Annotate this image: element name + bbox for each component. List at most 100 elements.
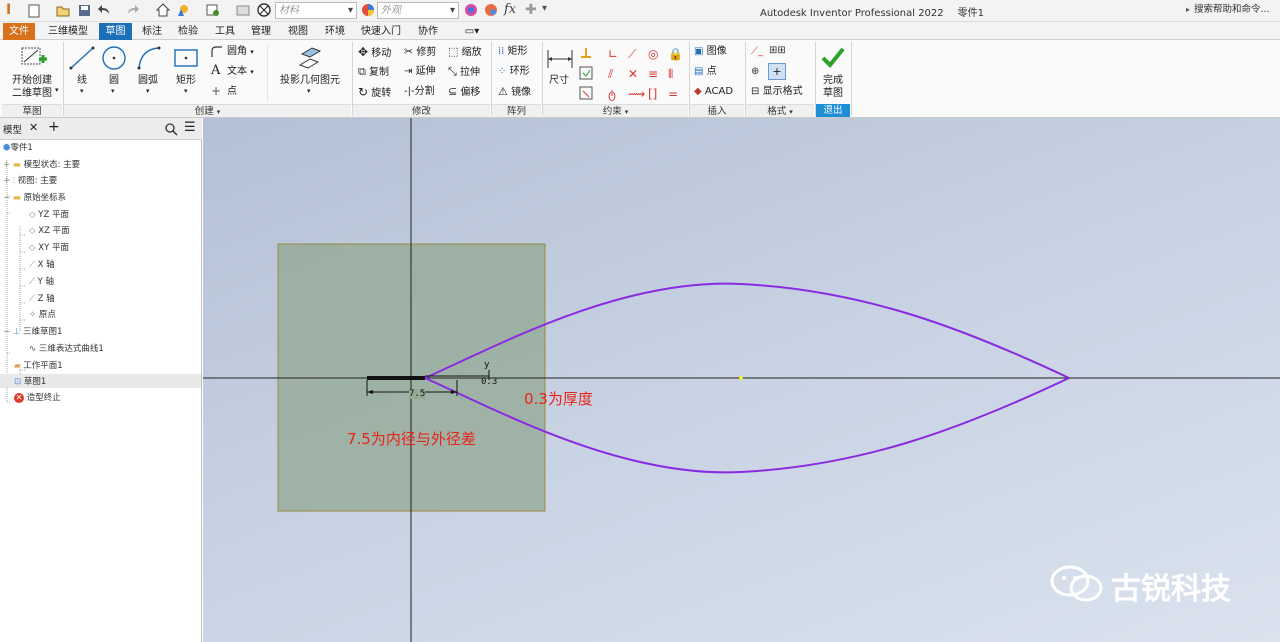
circle-icon[interactable] bbox=[100, 44, 128, 72]
tree-item-z-axis[interactable]: ⟋ Z 轴 bbox=[29, 294, 55, 304]
open-folder-icon[interactable] bbox=[56, 4, 70, 17]
chevron-down-icon[interactable]: ▾ bbox=[146, 87, 150, 95]
construction-icon[interactable]: ⟋_ bbox=[751, 46, 763, 58]
arc-label[interactable]: 圆弧 bbox=[138, 75, 158, 87]
chevron-down-icon[interactable]: ▾ bbox=[55, 86, 59, 94]
insert-image-button[interactable]: ▣ 图像 bbox=[694, 46, 727, 58]
dimension-length[interactable]: 7.5 bbox=[409, 389, 426, 399]
new-file-icon[interactable] bbox=[28, 4, 40, 18]
finish-sketch-icon[interactable] bbox=[820, 45, 846, 69]
graphics-canvas[interactable]: y 0.3 7.5 0.3为厚度 7.5为内径与外径差 古锐科技 bbox=[203, 118, 1280, 642]
start-2d-sketch-icon[interactable] bbox=[19, 45, 47, 71]
home-icon[interactable] bbox=[156, 3, 170, 17]
concentric-icon[interactable]: ◎ bbox=[648, 44, 658, 64]
dimension-icon[interactable] bbox=[546, 46, 574, 70]
customize-qat-icon[interactable]: ▾ bbox=[542, 3, 547, 14]
rectangle-icon[interactable] bbox=[172, 47, 200, 69]
scale-button[interactable]: ⬚ 缩放 bbox=[448, 46, 482, 59]
adjust-appearance-icon[interactable] bbox=[464, 3, 478, 17]
save-icon[interactable] bbox=[78, 4, 91, 17]
tree-item-yz-plane[interactable]: ◇ YZ 平面 bbox=[29, 210, 69, 220]
tab-file[interactable]: 文件 bbox=[3, 23, 35, 40]
finish-sketch-label-2[interactable]: 草图 bbox=[823, 88, 843, 100]
tab-view[interactable]: 视图 bbox=[282, 24, 314, 39]
constraint-settings-icon[interactable] bbox=[578, 65, 594, 81]
tab-3d-model[interactable]: 三维模型 bbox=[40, 24, 96, 39]
smooth-icon[interactable]: ⟿ bbox=[628, 84, 645, 104]
undo-icon[interactable] bbox=[97, 4, 111, 16]
add-icon[interactable]: ✚ bbox=[525, 2, 537, 18]
center-point-icon[interactable]: ⊕ bbox=[751, 66, 759, 78]
point-icon[interactable]: + bbox=[211, 85, 221, 97]
tree-item-xz-plane[interactable]: ◇ XZ 平面 bbox=[29, 226, 70, 236]
redo-icon[interactable] bbox=[126, 4, 140, 16]
auto-dimension-icon[interactable] bbox=[578, 45, 594, 61]
tab-annotate[interactable]: 标注 bbox=[136, 24, 168, 39]
rectangle-label[interactable]: 矩形 bbox=[176, 75, 196, 87]
horizontal-icon[interactable]: ≡ bbox=[648, 64, 658, 84]
tree-item-part[interactable]: ⬢零件1 bbox=[3, 143, 33, 153]
text-icon[interactable]: A bbox=[211, 64, 220, 77]
update-icon[interactable] bbox=[206, 3, 220, 17]
fillet-label[interactable]: 圆角 ▾ bbox=[227, 46, 254, 58]
symmetric-icon[interactable]: [] bbox=[648, 84, 657, 104]
menu-icon[interactable]: ☰ bbox=[184, 120, 196, 135]
thickness-bar[interactable] bbox=[367, 376, 425, 380]
tree-item-view[interactable]: + ⫶ 视图: 主要 bbox=[3, 176, 57, 186]
copy-button[interactable]: ⧉ 复制 bbox=[358, 66, 389, 79]
display-mode-icon[interactable] bbox=[257, 3, 271, 17]
tab-get-started[interactable]: 快速入门 bbox=[356, 24, 406, 39]
offset-button[interactable]: ⊆ 偏移 bbox=[448, 86, 480, 99]
tree-item-model-state[interactable]: + ▬ 模型状态: 主要 bbox=[3, 160, 80, 170]
chevron-down-icon[interactable]: ▾ bbox=[80, 87, 84, 95]
rect-pattern-button[interactable]: ⁞⁞ 矩形 bbox=[498, 46, 528, 58]
search-icon[interactable] bbox=[165, 123, 178, 136]
tree-item-x-axis[interactable]: ⟋ X 轴 bbox=[29, 260, 55, 270]
tree-item-sketch1[interactable]: ⊡ 草图1 bbox=[14, 377, 46, 387]
add-tab-icon[interactable]: + bbox=[48, 119, 60, 135]
tree-item-origin[interactable]: − ▬ 原始坐标系 bbox=[3, 193, 66, 203]
tab-tools[interactable]: 工具 bbox=[209, 24, 241, 39]
move-button[interactable]: ✥ 移动 bbox=[358, 46, 391, 60]
chevron-down-icon[interactable]: ▾ bbox=[184, 87, 188, 95]
appearance-dropdown[interactable]: 外观 ▾ bbox=[377, 2, 459, 19]
clear-appearance-icon[interactable] bbox=[484, 3, 498, 17]
insert-acad-button[interactable]: ◆ ACAD bbox=[694, 86, 733, 98]
fix-icon[interactable]: 🔒 bbox=[668, 44, 683, 64]
circle-label[interactable]: 圆 bbox=[109, 75, 119, 87]
tree-item-xy-plane[interactable]: ◇ XY 平面 bbox=[29, 243, 69, 253]
chevron-down-icon[interactable]: ▾ bbox=[307, 87, 311, 95]
point-label[interactable]: 点 bbox=[227, 86, 237, 98]
circular-pattern-button[interactable]: ⁘ 环形 bbox=[498, 66, 530, 78]
chevron-down-icon[interactable]: ▾ bbox=[111, 87, 115, 95]
relax-mode-icon[interactable] bbox=[578, 85, 594, 101]
centerline-icon[interactable]: ⊞⊞ bbox=[769, 45, 786, 57]
browser-tab-model[interactable]: 模型 bbox=[3, 122, 22, 136]
coincident-icon[interactable]: ∟ bbox=[608, 44, 618, 64]
close-icon[interactable]: ✕ bbox=[29, 121, 38, 134]
material-dropdown[interactable]: 材料 ▾ bbox=[275, 2, 357, 19]
tab-collaborate[interactable]: 协作 bbox=[410, 24, 446, 39]
show-format-button[interactable]: ⊟ 显示格式 bbox=[751, 86, 803, 98]
tree-item-equation-curve[interactable]: ∿ 三维表达式曲线1 bbox=[29, 344, 104, 354]
parallel-icon[interactable]: ⫽ bbox=[608, 64, 613, 84]
fillet-icon[interactable] bbox=[210, 45, 223, 58]
equal-icon[interactable]: = bbox=[668, 84, 678, 104]
measure-icon[interactable] bbox=[236, 3, 250, 17]
start-sketch-label-1[interactable]: 开始创建 bbox=[12, 75, 52, 87]
split-button[interactable]: -|-分割 bbox=[404, 86, 435, 98]
rotate-button[interactable]: ↻ 旋转 bbox=[358, 86, 391, 100]
stretch-button[interactable]: ⤡ 拉伸 bbox=[448, 66, 480, 79]
tab-manage[interactable]: 管理 bbox=[245, 24, 277, 39]
arc-icon[interactable] bbox=[135, 45, 163, 71]
insert-points-button[interactable]: ▤ 点 bbox=[694, 66, 717, 78]
project-geometry-icon[interactable] bbox=[297, 45, 323, 69]
tree-item-work-plane[interactable]: ▰ 工作平面1 bbox=[14, 361, 63, 371]
vertical-icon[interactable]: ⦀ bbox=[668, 64, 673, 84]
tree-item-origin-point[interactable]: ✧ 原点 bbox=[29, 310, 56, 320]
parameters-button[interactable]: fx bbox=[504, 2, 516, 17]
help-search[interactable]: ▸ 搜索帮助和命令... bbox=[1186, 2, 1280, 19]
dimension-label[interactable]: 尺寸 bbox=[549, 75, 569, 87]
tab-overflow[interactable]: ▭▾ bbox=[458, 24, 486, 39]
extend-button[interactable]: ⇥ 延伸 bbox=[404, 66, 436, 78]
